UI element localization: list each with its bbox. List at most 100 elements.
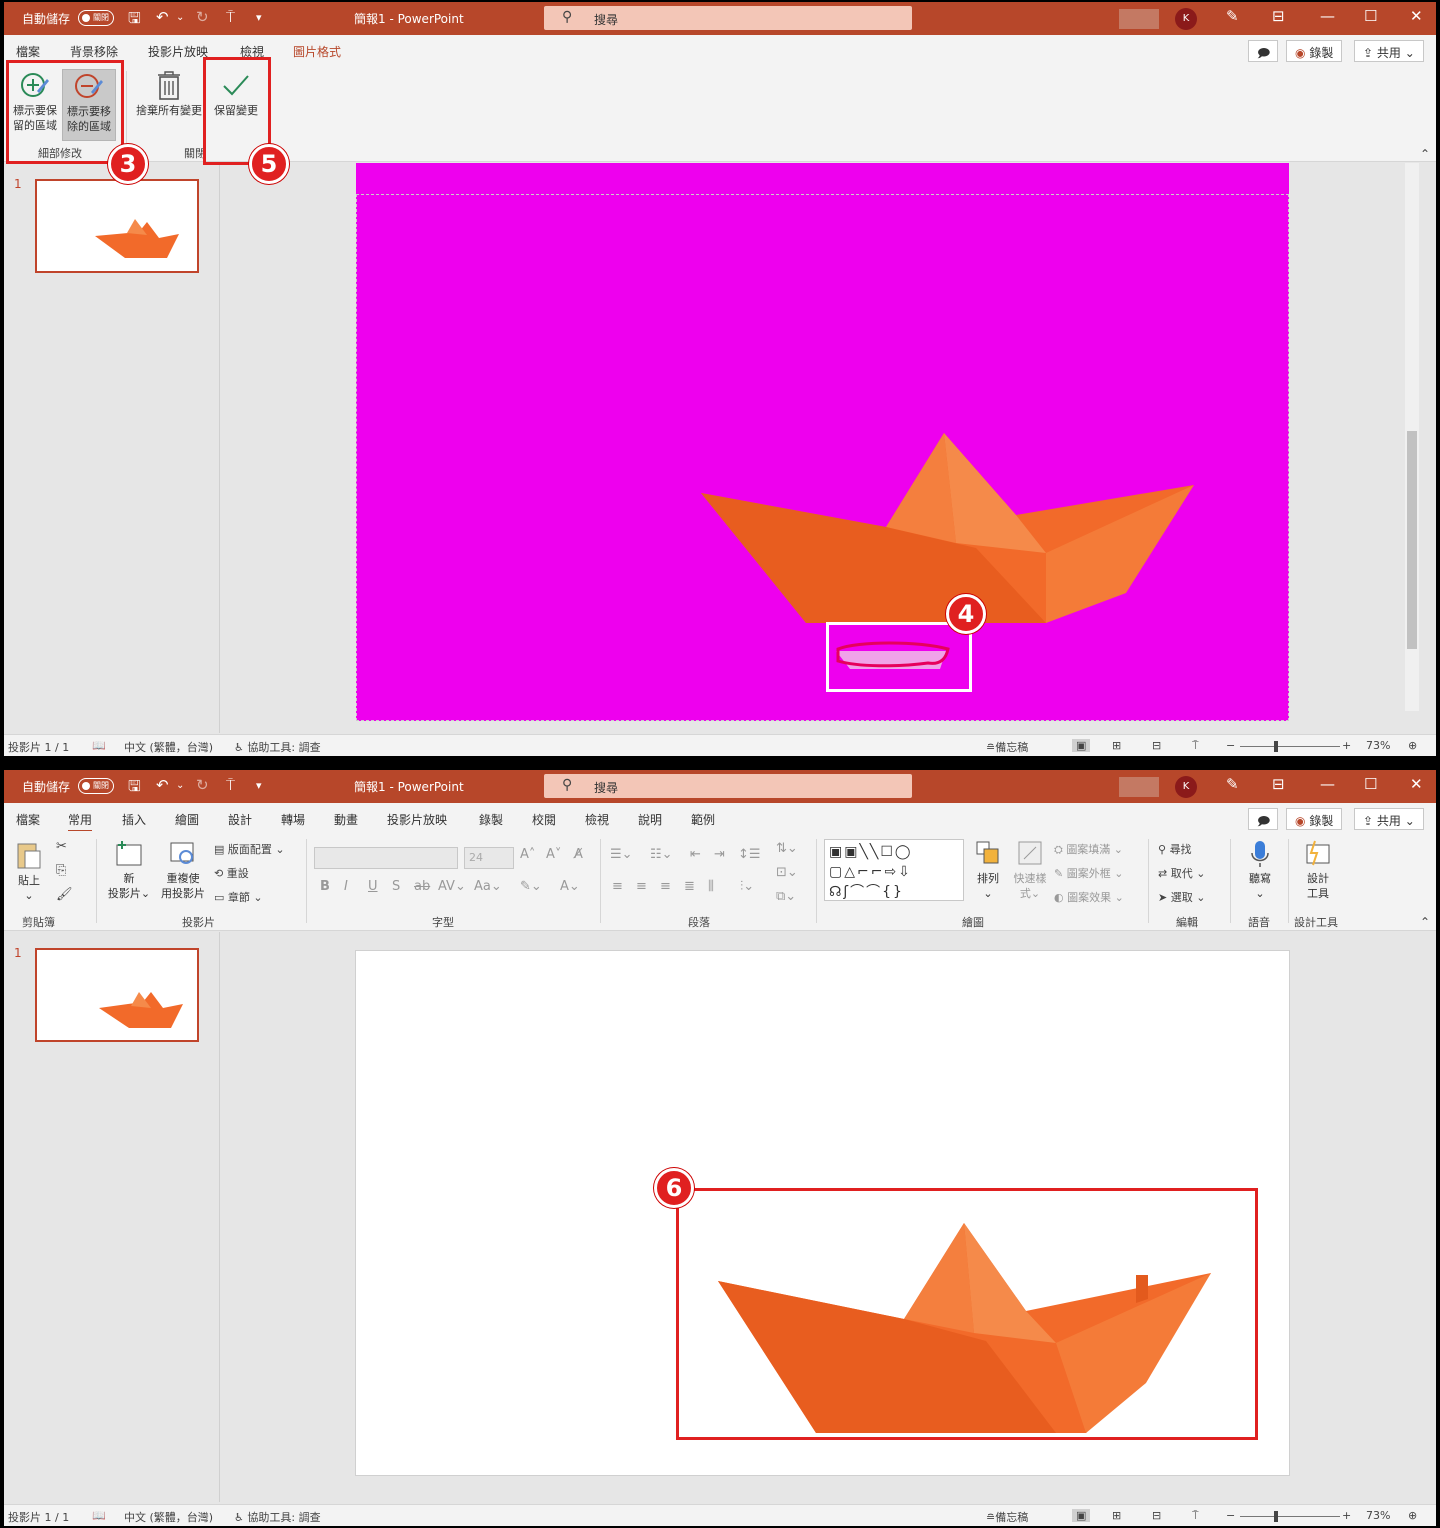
language-indicator[interactable]: 中文 (繁體，台灣)	[124, 739, 213, 755]
reset-button[interactable]: ⟲ 重設	[214, 865, 249, 881]
tab-view[interactable]: 檢視	[585, 811, 609, 828]
tab-slideshow[interactable]: 投影片放映	[387, 811, 447, 828]
tab-design[interactable]: 設計	[228, 811, 252, 828]
highlight-icon[interactable]: ✎⌄	[520, 879, 542, 894]
normal-view-icon[interactable]: ▣	[1072, 739, 1091, 752]
select-button[interactable]: ➤ 選取 ⌄	[1158, 889, 1205, 905]
quick-styles-button[interactable]: 快速樣 式⌄	[1010, 839, 1050, 901]
ribbon-display-icon[interactable]: ⊟	[1272, 775, 1285, 793]
record-button[interactable]: ◉ 錄製	[1286, 40, 1343, 62]
replace-button[interactable]: ⇄ 取代 ⌄	[1158, 865, 1205, 881]
decrease-indent-icon[interactable]: ⇤	[690, 847, 701, 862]
zoom-slider[interactable]	[1240, 741, 1340, 752]
grow-font-icon[interactable]: A˄	[520, 847, 535, 862]
paste-button[interactable]: 貼上 ⌄	[12, 839, 46, 903]
language-indicator[interactable]: 中文 (繁體，台灣)	[124, 1509, 213, 1525]
align-text-icon[interactable]: ⊡⌄	[776, 865, 798, 880]
format-painter-icon[interactable]: 🖌	[56, 887, 73, 902]
find-button[interactable]: ⚲ 尋找	[1158, 841, 1192, 857]
underline-icon[interactable]: U	[368, 879, 378, 894]
customize-qat-icon[interactable]: ▾	[256, 11, 262, 24]
pen-icon[interactable]: ✎	[1226, 7, 1239, 25]
arrange-button[interactable]: 排列 ⌄	[970, 839, 1006, 901]
spellcheck-icon[interactable]: 📖	[92, 1509, 106, 1522]
font-color-icon[interactable]: A⌄	[560, 879, 580, 894]
notes-button[interactable]: ≘備忘稿	[986, 739, 1028, 755]
tab-slideshow[interactable]: 投影片放映	[148, 43, 208, 60]
zoom-slider-thumb[interactable]	[1274, 741, 1278, 752]
maximize-icon[interactable]: ☐	[1364, 775, 1377, 793]
reuse-slides-button[interactable]: 重複使 用投影片	[158, 839, 208, 901]
tab-example[interactable]: 範例	[691, 811, 715, 828]
zoom-level[interactable]: 73%	[1366, 739, 1390, 752]
autosave-toggle[interactable]: 關閉	[78, 778, 114, 794]
change-case-icon[interactable]: Aa⌄	[474, 879, 502, 894]
tab-file[interactable]: 檔案	[16, 43, 40, 60]
shape-effects-button[interactable]: ◐ 圖案效果 ⌄	[1054, 889, 1124, 905]
tab-file[interactable]: 檔案	[16, 811, 40, 828]
font-name-box[interactable]	[314, 847, 458, 869]
accessibility-status[interactable]: ♿ 協助工具: 調查	[234, 739, 321, 755]
present-icon[interactable]: ⍑	[226, 776, 235, 794]
shapes-gallery[interactable]: ▣▣╲╲☐◯ ▢△⌐⌐⇨⇩ ☊ʃ⌒⌒{}	[824, 839, 964, 901]
align-center-icon[interactable]: ≡	[636, 879, 647, 894]
bold-icon[interactable]: B	[320, 879, 330, 894]
save-icon[interactable]: 🖫	[128, 8, 141, 33]
zoom-level[interactable]: 73%	[1366, 1509, 1390, 1522]
undo-icon[interactable]: ↶	[156, 8, 169, 26]
zoom-slider-thumb[interactable]	[1274, 1511, 1278, 1522]
strikethrough-icon[interactable]: ab	[414, 879, 430, 894]
tab-review[interactable]: 校閱	[532, 811, 556, 828]
text-direction-icon[interactable]: ⇅⌄	[776, 841, 798, 856]
columns-icon[interactable]: ⫶⌄	[740, 879, 754, 894]
tab-record[interactable]: 錄製	[479, 811, 503, 828]
present-icon[interactable]: ⍑	[226, 8, 235, 26]
tab-background-removal[interactable]: 背景移除	[70, 43, 118, 60]
zoom-out-icon[interactable]: −	[1226, 1509, 1235, 1522]
ribbon-display-icon[interactable]: ⊟	[1272, 7, 1285, 25]
cut-icon[interactable]: ✂	[56, 839, 67, 854]
dictate-button[interactable]: 聽寫 ⌄	[1242, 839, 1278, 901]
fit-to-window-icon[interactable]: ⊕	[1408, 739, 1417, 752]
slide-sorter-icon[interactable]: ⊞	[1112, 1509, 1121, 1522]
pen-icon[interactable]: ✎	[1226, 775, 1239, 793]
new-slide-button[interactable]: 新投影片⌄	[104, 839, 154, 901]
save-icon[interactable]: 🖫	[128, 776, 141, 801]
smartart-icon[interactable]: ⧉⌄	[776, 889, 796, 904]
zoom-in-icon[interactable]: +	[1342, 1509, 1351, 1522]
font-size-box[interactable]: 24	[464, 847, 514, 869]
slide-thumbnail[interactable]	[35, 179, 199, 273]
minimize-icon[interactable]: —	[1320, 7, 1335, 25]
collapse-ribbon-icon[interactable]: ⌃	[1420, 147, 1430, 161]
spellcheck-icon[interactable]: 📖	[92, 739, 106, 752]
shape-fill-button[interactable]: ⛭ 圖案填滿 ⌄	[1054, 841, 1123, 857]
zoom-out-icon[interactable]: −	[1226, 739, 1235, 752]
tab-animations[interactable]: 動畫	[334, 811, 358, 828]
align-right-icon[interactable]: ≡	[660, 879, 671, 894]
minimize-icon[interactable]: —	[1320, 775, 1335, 793]
tab-home[interactable]: 常用	[68, 811, 93, 833]
copy-icon[interactable]: ⎘	[56, 863, 66, 878]
distributed-icon[interactable]: ⫼	[708, 879, 714, 894]
undo-icon[interactable]: ↶	[156, 776, 169, 794]
redo-icon[interactable]: ↻	[196, 776, 209, 794]
zoom-in-icon[interactable]: +	[1342, 739, 1351, 752]
undo-dropdown-icon[interactable]: ⌄	[176, 12, 184, 23]
slideshow-view-icon[interactable]: ⍑	[1192, 1509, 1199, 1523]
customize-qat-icon[interactable]: ▾	[256, 779, 262, 792]
tab-insert[interactable]: 插入	[122, 811, 146, 828]
share-button[interactable]: ⇪ 共用 ⌄	[1354, 40, 1424, 62]
tab-transitions[interactable]: 轉場	[281, 811, 305, 828]
tab-help[interactable]: 說明	[638, 811, 662, 828]
slide-sorter-icon[interactable]: ⊞	[1112, 739, 1121, 752]
reading-view-icon[interactable]: ⊟	[1152, 739, 1161, 752]
reading-view-icon[interactable]: ⊟	[1152, 1509, 1161, 1522]
collapse-ribbon-icon[interactable]: ⌃	[1420, 915, 1430, 929]
layout-button[interactable]: ▤ 版面配置 ⌄	[214, 841, 285, 857]
redo-icon[interactable]: ↻	[196, 8, 209, 26]
line-spacing-icon[interactable]: ↕☰	[738, 847, 761, 862]
clear-formatting-icon[interactable]: A̸	[574, 847, 583, 862]
search-box[interactable]: ⚲ 搜尋	[544, 6, 912, 30]
picture-with-removal-overlay[interactable]	[356, 163, 1289, 721]
autosave-toggle[interactable]: 關閉	[78, 10, 114, 26]
